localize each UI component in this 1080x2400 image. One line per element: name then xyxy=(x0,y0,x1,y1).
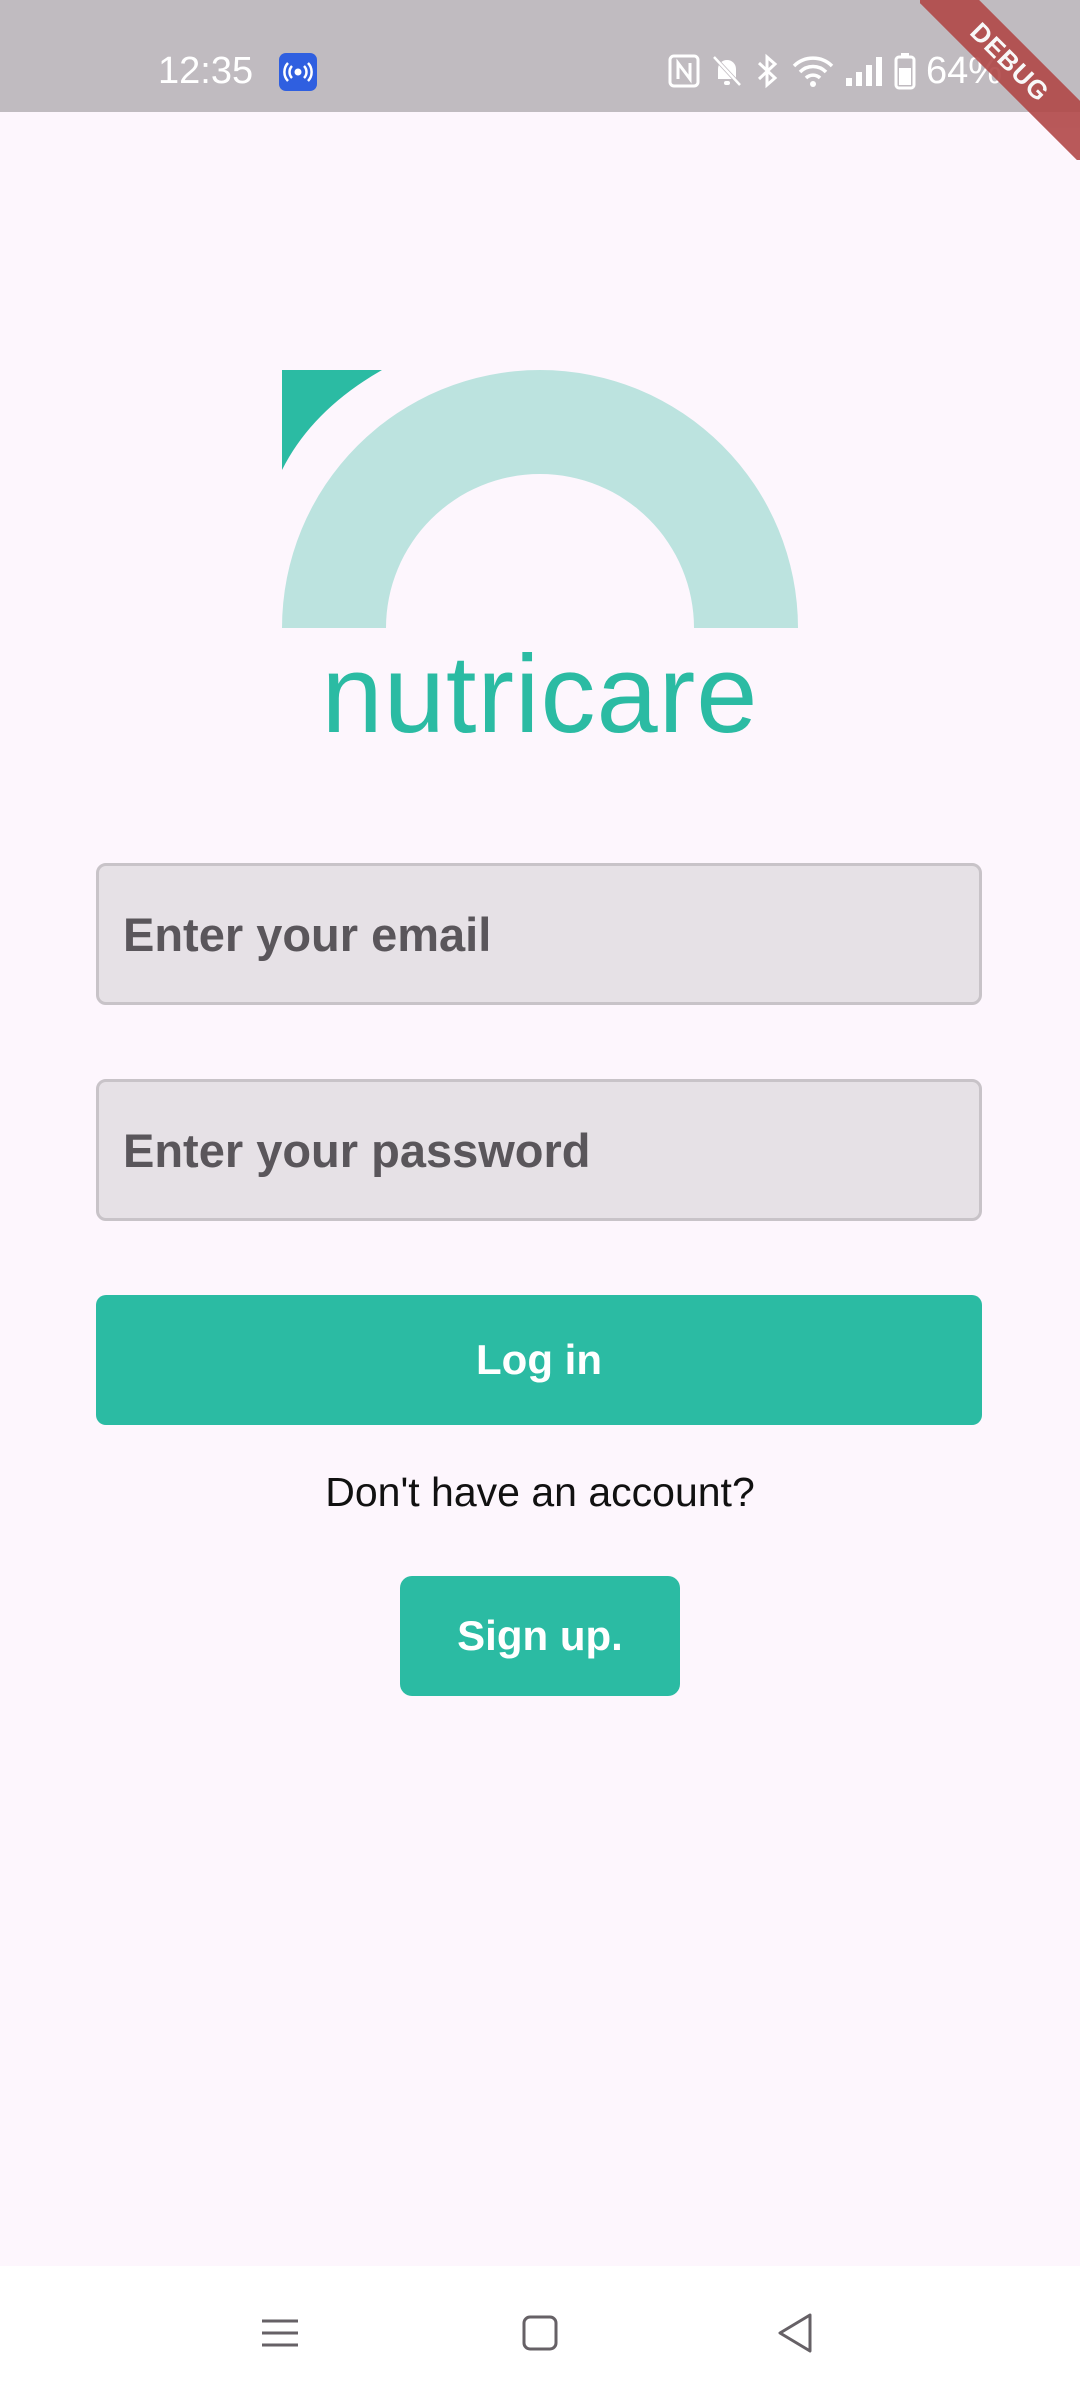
debug-ribbon: DEBUG xyxy=(920,0,1080,160)
signup-button[interactable]: Sign up. xyxy=(400,1576,680,1696)
system-nav-bar xyxy=(0,2266,1080,2400)
logo-mark xyxy=(282,370,798,628)
status-time: 12:35 xyxy=(158,50,254,92)
menu-icon[interactable] xyxy=(248,2301,312,2365)
signal-icon xyxy=(844,54,884,88)
home-icon[interactable] xyxy=(508,2301,572,2365)
email-field[interactable] xyxy=(96,863,982,1005)
status-bar: 12:35 64% xyxy=(0,0,1080,112)
debug-label: DEBUG xyxy=(920,0,1080,160)
battery-icon xyxy=(894,52,916,90)
login-button[interactable]: Log in xyxy=(96,1295,982,1425)
app-logo: nutricare xyxy=(282,370,798,755)
password-input[interactable] xyxy=(99,1082,979,1218)
signup-prompt: Don't have an account? xyxy=(325,1469,755,1515)
logo-wordmark: nutricare xyxy=(321,633,759,756)
bell-off-icon xyxy=(710,53,744,89)
password-field[interactable] xyxy=(96,1079,982,1221)
wifi-icon xyxy=(792,54,834,88)
email-input[interactable] xyxy=(99,866,979,1002)
bluetooth-icon xyxy=(754,53,782,89)
cast-icon xyxy=(279,53,317,91)
nfc-icon xyxy=(668,54,700,88)
back-icon[interactable] xyxy=(764,2301,828,2365)
